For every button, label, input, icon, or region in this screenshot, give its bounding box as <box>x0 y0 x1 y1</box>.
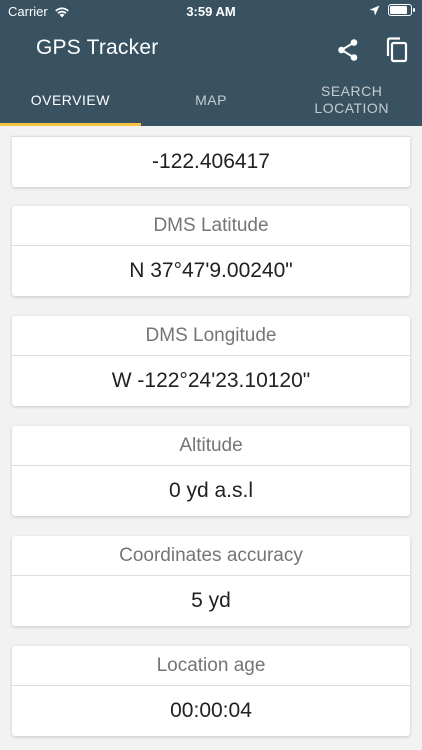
location-age-card: Location age 00:00:04 <box>12 646 410 736</box>
location-arrow-icon <box>369 5 380 15</box>
tab-bar: OVERVIEW MAP SEARCH LOCATION <box>0 74 422 126</box>
altitude-label: Altitude <box>12 426 410 466</box>
accuracy-label: Coordinates accuracy <box>12 536 410 576</box>
dms-latitude-card: DMS Latitude N 37°47'9.00240" <box>12 206 410 296</box>
status-time: 3:59 AM <box>186 4 236 19</box>
dms-longitude-label: DMS Longitude <box>12 316 410 356</box>
tab-map[interactable]: MAP <box>141 74 282 126</box>
overview-content[interactable]: -122.406417 DMS Latitude N 37°47'9.00240… <box>0 126 422 750</box>
status-right <box>369 4 415 16</box>
battery-icon <box>388 4 415 16</box>
copy-button[interactable] <box>383 36 411 64</box>
dms-longitude-value: W -122°24'23.10120" <box>111 369 311 392</box>
dms-longitude-card: DMS Longitude W -122°24'23.10120" <box>12 316 410 406</box>
dms-latitude-value: N 37°47'9.00240" <box>129 259 293 282</box>
tab-search-location-label: SEARCH LOCATION <box>314 83 389 116</box>
tab-map-label: MAP <box>195 91 227 108</box>
accuracy-card: Coordinates accuracy 5 yd <box>12 536 410 626</box>
share-icon <box>338 39 358 61</box>
tab-overview-label: OVERVIEW <box>30 91 110 108</box>
app-title: GPS Tracker <box>36 36 159 59</box>
altitude-card: Altitude 0 yd a.s.l <box>12 426 410 516</box>
location-age-value: 00:00:04 <box>170 699 252 722</box>
copy-icon <box>386 37 408 63</box>
altitude-value: 0 yd a.s.l <box>168 479 254 502</box>
location-age-label: Location age <box>12 646 410 686</box>
longitude-value: -122.406417 <box>152 150 270 173</box>
status-bar: Carrier 3:59 AM <box>0 0 422 26</box>
longitude-card: -122.406417 <box>12 136 410 187</box>
tab-search-location[interactable]: SEARCH LOCATION <box>281 74 422 126</box>
battery-fill <box>390 6 408 14</box>
accuracy-value: 5 yd <box>191 589 231 612</box>
share-button[interactable] <box>334 36 362 64</box>
tab-overview[interactable]: OVERVIEW <box>0 74 141 126</box>
dms-latitude-label: DMS Latitude <box>12 206 410 246</box>
app-bar: GPS Tracker <box>0 26 422 74</box>
